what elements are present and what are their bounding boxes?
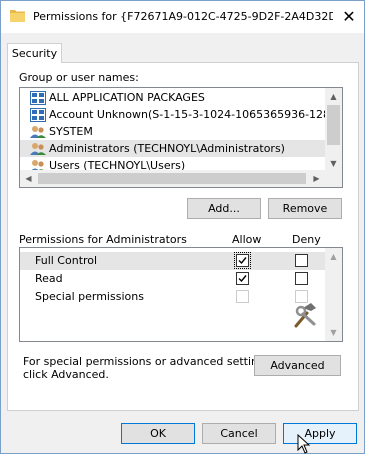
users-group-icon [30, 142, 46, 155]
list-item[interactable]: ALL APPLICATION PACKAGES [20, 89, 326, 106]
permission-row-full-control[interactable]: Full Control [20, 252, 325, 270]
allow-header: Allow [232, 233, 262, 246]
deny-full-control-checkbox[interactable] [295, 254, 308, 267]
permission-name: Full Control [35, 254, 98, 267]
close-icon: ✕ [342, 6, 356, 26]
ok-button[interactable]: OK [121, 423, 195, 444]
scroll-thumb[interactable] [38, 173, 306, 184]
list-item-label: SYSTEM [49, 125, 93, 138]
list-item[interactable]: SYSTEM [20, 123, 326, 140]
advanced-note-line2: click Advanced. [23, 368, 109, 381]
close-button[interactable]: ✕ [334, 1, 364, 31]
allow-special-checkbox [236, 290, 249, 303]
group-user-listbox[interactable]: ALL APPLICATION PACKAGES Account Unknown… [19, 87, 343, 188]
permission-row-special: Special permissions [20, 288, 325, 306]
add-button[interactable]: Add... [187, 198, 261, 219]
permissions-scrollbar[interactable]: ▲ ▼ [325, 248, 342, 341]
title-bar: Permissions for {F72671A9-012C-4725-9D2F… [1, 1, 364, 33]
advanced-button[interactable]: Advanced [254, 355, 341, 376]
group-names-label: Group or user names: [19, 71, 139, 84]
list-vertical-scrollbar[interactable]: ▲ ▼ [325, 88, 342, 172]
permissions-dialog: Permissions for {F72671A9-012C-4725-9D2F… [0, 0, 365, 454]
scroll-down-icon[interactable]: ▼ [325, 324, 342, 341]
list-item-label: Account Unknown(S-1-15-3-1024-1065365936… [49, 108, 326, 121]
folder-icon [10, 10, 25, 22]
window-title: Permissions for {F72671A9-012C-4725-9D2F… [33, 10, 333, 23]
tab-security[interactable]: Security [7, 43, 62, 63]
list-item[interactable]: Account Unknown(S-1-15-3-1024-1065365936… [20, 106, 326, 123]
mouse-cursor-icon [297, 434, 311, 454]
allow-read-checkbox[interactable] [236, 272, 249, 285]
permissions-label: Permissions for Administrators [19, 233, 187, 246]
scroll-up-icon[interactable]: ▲ [325, 88, 342, 105]
permission-name: Special permissions [35, 290, 144, 303]
checkmark-icon [238, 275, 247, 283]
remove-button[interactable]: Remove [268, 198, 342, 219]
deny-read-checkbox[interactable] [295, 272, 308, 285]
apply-button[interactable]: Apply [283, 423, 357, 444]
deny-header: Deny [292, 233, 321, 246]
list-item[interactable]: Administrators (TECHNOYL\Administrators) [20, 140, 326, 157]
users-group-icon [30, 125, 46, 138]
permission-name: Read [35, 272, 63, 285]
hammer-wrench-icon [294, 303, 316, 328]
scroll-thumb[interactable] [327, 105, 340, 145]
account-icon [30, 107, 46, 122]
scroll-up-icon[interactable]: ▲ [325, 248, 342, 265]
checkmark-icon [238, 257, 247, 265]
cancel-button[interactable]: Cancel [202, 423, 276, 444]
scroll-left-icon[interactable]: ◀ [20, 170, 37, 187]
list-horizontal-scrollbar[interactable]: ◀ ▶ [20, 170, 342, 187]
allow-full-control-checkbox[interactable] [234, 252, 251, 269]
list-item-label: ALL APPLICATION PACKAGES [49, 91, 205, 104]
advanced-note-line1: For special permissions or advanced sett… [23, 355, 275, 368]
permissions-list: Full Control Read Special permissions ▲ … [19, 247, 343, 342]
permission-row-read[interactable]: Read [20, 270, 325, 288]
scroll-right-icon[interactable]: ▶ [308, 170, 325, 187]
app-packages-icon [30, 90, 46, 105]
list-item-label: Administrators (TECHNOYL\Administrators) [49, 142, 285, 155]
